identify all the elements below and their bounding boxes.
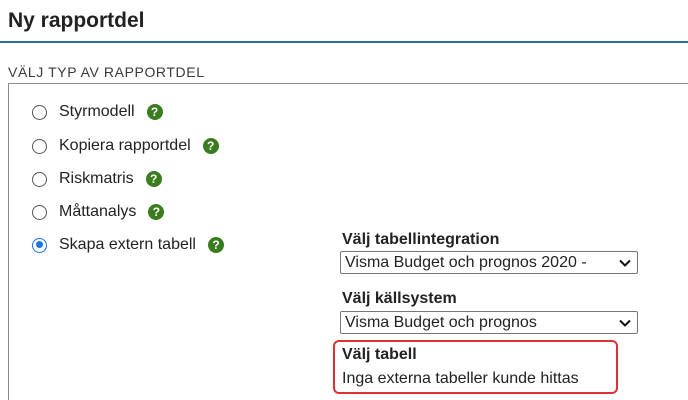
integration-selected-value: Visma Budget och prognos 2020 - (345, 253, 587, 271)
table-empty-message: Inga externa tabeller kunde hittas (342, 370, 579, 387)
chevron-down-icon (619, 259, 631, 267)
radio-kopiera-rapportdel[interactable] (32, 138, 47, 154)
question-circle-icon[interactable]: ? (148, 204, 165, 220)
source-system-label: Välj källsystem (342, 290, 457, 307)
question-circle-icon[interactable]: ? (145, 171, 162, 187)
radio-skapa-extern-tabell[interactable] (32, 237, 47, 253)
question-circle-icon[interactable]: ? (202, 138, 219, 154)
option-mattanalys[interactable]: Måttanalys ? (32, 201, 165, 223)
option-label: Måttanalys (59, 203, 137, 220)
integration-select[interactable]: Visma Budget och prognos 2020 - (340, 251, 638, 274)
option-label: Riskmatris (59, 170, 134, 187)
table-label: Välj tabell (342, 346, 417, 363)
radio-riskmatris[interactable] (32, 171, 47, 187)
integration-label: Välj tabellintegration (342, 231, 500, 248)
report-part-dialog: Ny rapportdel VÄLJ TYP AV RAPPORTDEL Sty… (0, 0, 688, 400)
title-divider (0, 41, 688, 43)
radio-mattanalys[interactable] (32, 204, 47, 220)
section-label: VÄLJ TYP AV RAPPORTDEL (8, 64, 205, 80)
option-label: Kopiera rapportdel (59, 137, 191, 154)
page-title: Ny rapportdel (8, 9, 145, 32)
option-label: Styrmodell (59, 103, 135, 120)
option-styrmodell[interactable]: Styrmodell ? (32, 101, 163, 123)
question-circle-icon[interactable]: ? (146, 104, 163, 120)
source-system-selected-value: Visma Budget och prognos (345, 313, 537, 331)
option-skapa-extern-tabell[interactable]: Skapa extern tabell ? (32, 234, 224, 256)
question-circle-icon[interactable]: ? (207, 237, 224, 253)
chevron-down-icon (619, 319, 631, 327)
option-kopiera-rapportdel[interactable]: Kopiera rapportdel ? (32, 135, 219, 157)
option-label: Skapa extern tabell (59, 236, 196, 253)
option-riskmatris[interactable]: Riskmatris ? (32, 168, 162, 190)
source-system-select[interactable]: Visma Budget och prognos (340, 311, 638, 334)
radio-styrmodell[interactable] (32, 104, 47, 120)
